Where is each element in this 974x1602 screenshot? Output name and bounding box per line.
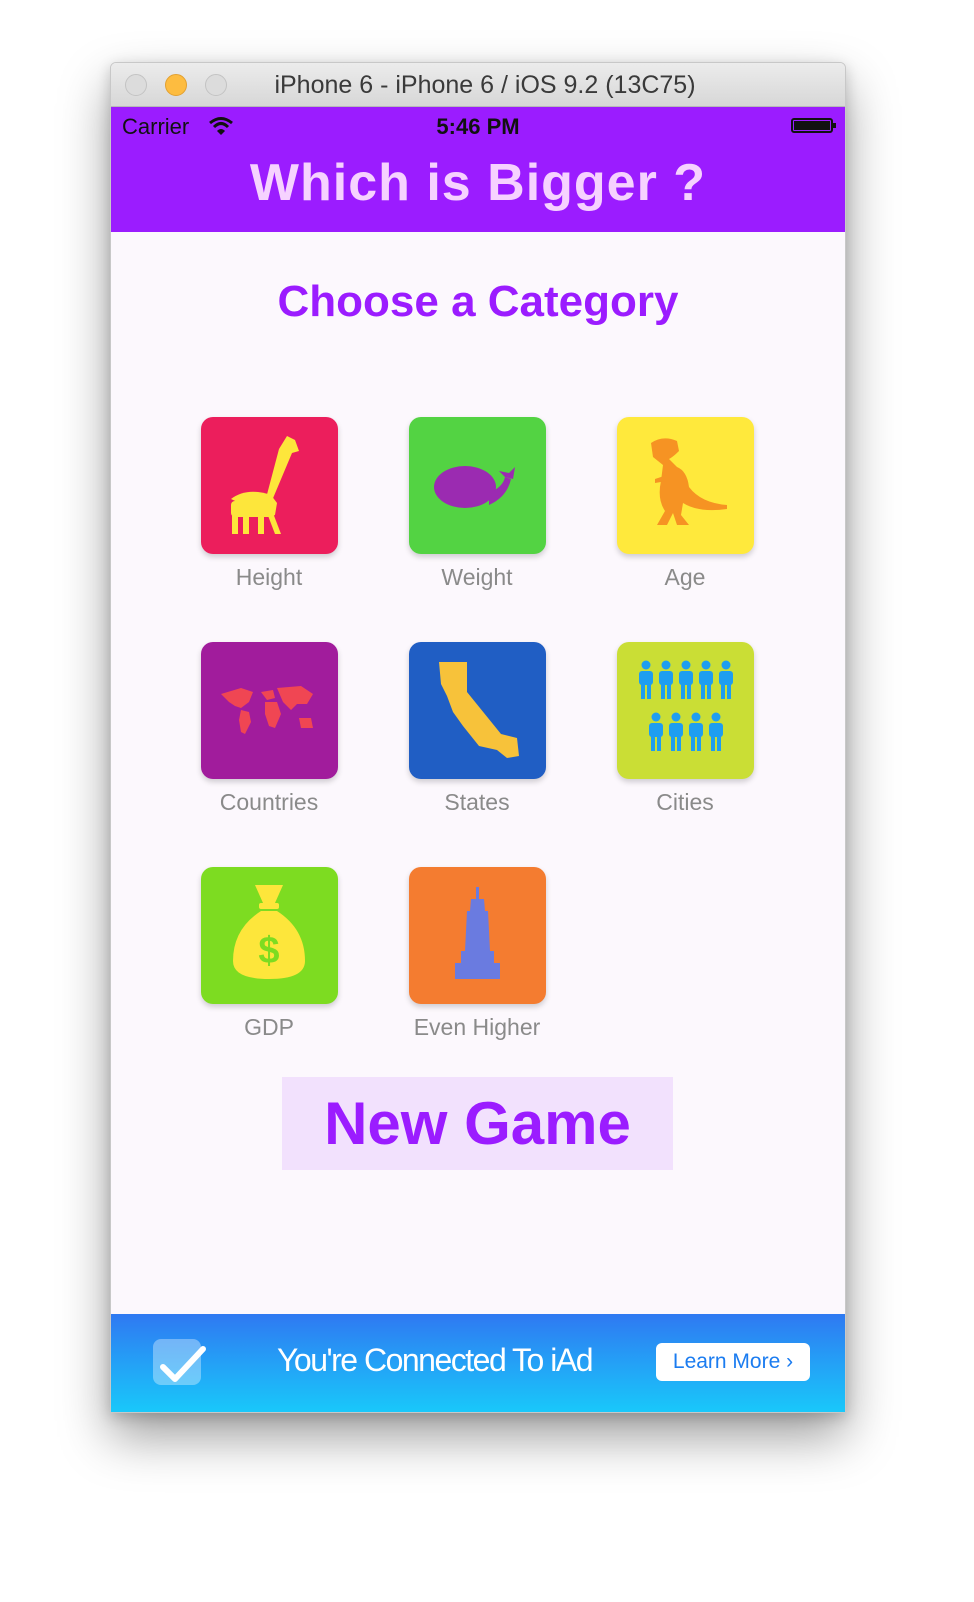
category-tile[interactable] [409,417,546,554]
category-label: Cities [656,789,714,815]
whale-icon [434,466,515,508]
category-tile[interactable] [409,867,546,1004]
app-title: Which is Bigger ? [249,154,707,212]
world-map-icon [221,686,313,734]
simulator-window: iPhone 6 - iPhone 6 / iOS 9.2 (13C75) Ca… [110,62,846,1413]
category-states[interactable]: States [397,642,557,832]
category-cities[interactable]: Cities [605,642,765,832]
money-bag-icon: $ [233,885,305,979]
nav-bar: Which is Bigger ? [111,145,845,232]
category-tile[interactable] [201,642,338,779]
window-titlebar: iPhone 6 - iPhone 6 / iOS 9.2 (13C75) [111,63,845,107]
category-height[interactable]: Height [189,417,349,607]
iad-text: You're Connected To iAd [277,1342,593,1378]
category-tile[interactable] [617,642,754,779]
checkmark-icon [153,1339,206,1385]
category-tile[interactable] [409,642,546,779]
iad-banner[interactable]: You're Connected To iAd Learn More › [111,1314,845,1412]
category-label: States [444,789,510,815]
choose-category-heading: Choose a Category [277,277,679,326]
category-weight[interactable]: Weight [397,417,557,607]
status-bar: Carrier 5:46 PM [111,107,845,145]
giraffe-icon [231,436,299,534]
category-age[interactable]: Age [605,417,765,607]
window-title: iPhone 6 - iPhone 6 / iOS 9.2 (13C75) [274,71,696,99]
new-game-button[interactable]: New Game [282,1077,673,1170]
category-tile[interactable]: $ [201,867,338,1004]
svg-text:$: $ [258,930,279,972]
skyscraper-icon [455,887,500,979]
category-gdp[interactable]: $ GDP [189,867,349,1057]
dinosaur-icon [651,438,727,525]
status-time: 5:46 PM [436,114,520,139]
category-label: Weight [441,564,513,590]
people-icon [639,660,733,751]
category-even-higher[interactable]: Even Higher [397,867,557,1057]
category-label: GDP [244,1014,294,1040]
category-label: Age [664,564,706,590]
battery-icon [791,118,836,133]
category-countries[interactable]: Countries [189,642,349,832]
category-tile[interactable] [617,417,754,554]
california-icon [439,662,519,758]
category-label: Even Higher [413,1014,541,1040]
category-label: Countries [219,789,319,815]
learn-more-button[interactable]: Learn More › [656,1343,810,1381]
category-tile[interactable] [201,417,338,554]
category-label: Height [235,564,303,590]
